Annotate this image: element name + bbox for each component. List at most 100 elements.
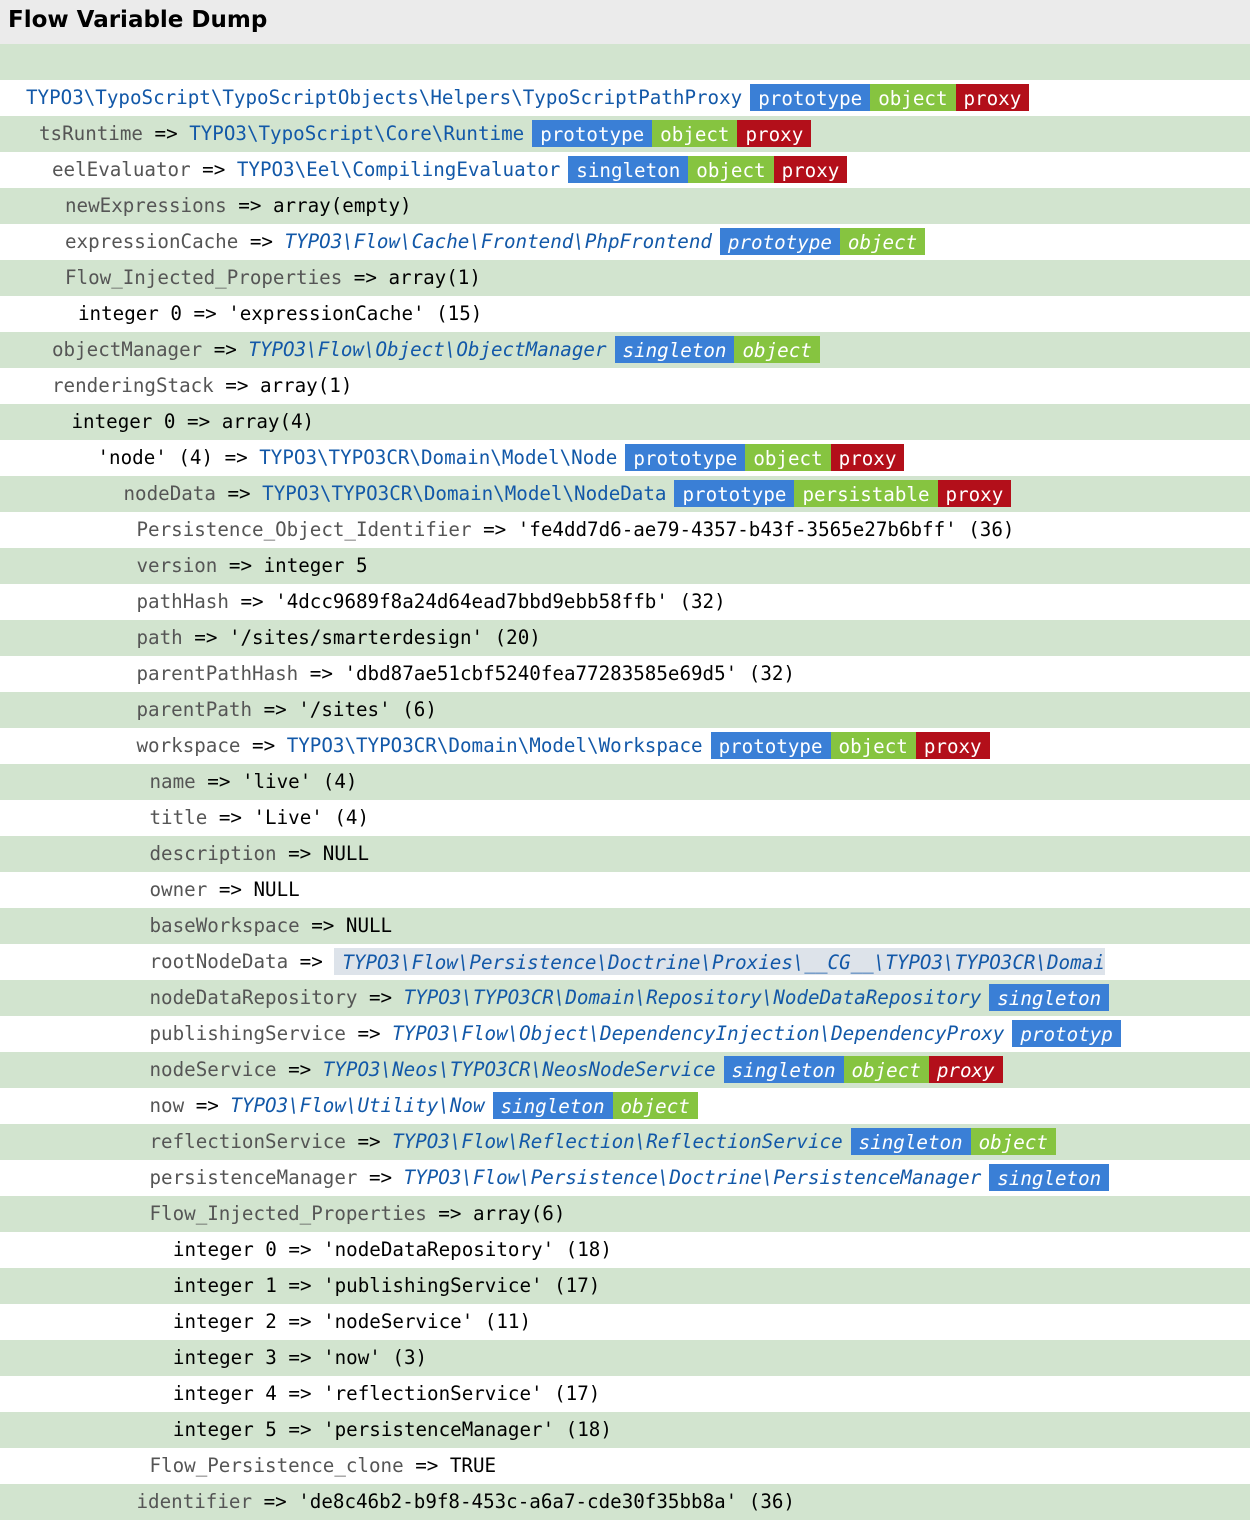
singleton-badge: singleton	[989, 1164, 1110, 1191]
object-badge: object	[688, 156, 774, 183]
scope-badges: singleton object	[614, 336, 820, 363]
class-name-link[interactable]: TYPO3\TypoScript\TypoScriptObjects\Helpe…	[26, 86, 742, 109]
class-name-link[interactable]: TYPO3\TypoScript\Core\Runtime	[189, 122, 524, 145]
dump-row: publishingService => TYPO3\Flow\Object\D…	[0, 1016, 1250, 1052]
property-value: NULL	[345, 914, 393, 937]
arrow-operator: =>	[345, 1130, 393, 1153]
dump-row: integer 3 => 'now' (3)	[0, 1340, 1250, 1376]
dump-row: renderingStack => array(1)	[0, 368, 1250, 404]
property-key: 'node' (4)	[97, 446, 214, 469]
prototype-badge: prototype	[719, 228, 840, 255]
arrow-operator: =>	[181, 302, 229, 325]
property-key: objectManager	[52, 338, 203, 361]
class-name-link[interactable]: TYPO3\Flow\Reflection\ReflectionService	[392, 1130, 843, 1153]
dump-row: parentPathHash => 'dbd87ae51cbf5240fea77…	[0, 656, 1250, 692]
variable-dump-tree: TYPO3\TypoScript\TypoScriptObjects\Helpe…	[0, 80, 1250, 1520]
dump-row: Flow_Persistence_clone => TRUE	[0, 1448, 1250, 1484]
arrow-operator: =>	[357, 986, 404, 1009]
property-key: now	[149, 1094, 185, 1117]
dump-row: workspace => TYPO3\TYPO3CR\Domain\Model\…	[0, 728, 1250, 764]
arrow-operator: =>	[226, 194, 273, 217]
arrow-operator: =>	[238, 230, 285, 253]
property-value: array(1)	[259, 374, 353, 397]
property-key: parentPath	[136, 698, 253, 721]
scope-badges: singleton object proxy	[568, 156, 848, 183]
dump-row: tsRuntime => TYPO3\TypoScript\Core\Runti…	[0, 116, 1250, 152]
property-value: array(empty)	[272, 194, 412, 217]
property-key: tsRuntime	[39, 122, 143, 145]
property-key: expressionCache	[65, 230, 239, 253]
proxy-badge: proxy	[737, 120, 812, 147]
arrow-operator: =>	[213, 374, 260, 397]
property-key: Persistence_Object_Identifier	[136, 518, 472, 541]
property-value: '/sites' (6)	[298, 698, 437, 721]
singleton-badge: singleton	[568, 156, 689, 183]
scope-badges: prototype object proxy	[750, 84, 1030, 111]
property-value: 'nodeDataRepository' (18)	[323, 1238, 612, 1261]
class-name-link[interactable]: TYPO3\Neos\TYPO3CR\NeosNodeService	[323, 1058, 716, 1081]
class-name-link[interactable]: TYPO3\Eel\CompilingEvaluator	[237, 158, 560, 181]
property-key: publishingService	[149, 1022, 346, 1045]
property-value: 'Live' (4)	[253, 806, 370, 829]
dump-row: expressionCache => TYPO3\Flow\Cache\Fron…	[0, 224, 1250, 260]
object-badge: object	[843, 1056, 929, 1083]
arrow-operator: =>	[471, 518, 518, 541]
arrow-operator: =>	[299, 914, 346, 937]
dump-row: 'node' (4) => TYPO3\TYPO3CR\Domain\Model…	[0, 440, 1250, 476]
class-name-link[interactable]: TYPO3\Flow\Object\DependencyInjection\De…	[392, 1022, 1004, 1045]
scope-badges: prototype object	[719, 228, 926, 255]
property-value: '/sites/smarterdesign' (20)	[228, 626, 541, 649]
prototype-badge: prototype	[532, 120, 653, 147]
scope-badges: singleton	[989, 984, 1110, 1011]
property-value: 'fe4dd7d6-ae79-4357-b43f-3565e27b6bff' (…	[517, 518, 1015, 541]
class-name-link[interactable]: TYPO3\Flow\Object\ObjectManager	[248, 338, 606, 361]
dump-row: integer 0 => 'nodeDataRepository' (18)	[0, 1232, 1250, 1268]
arrow-operator: =>	[215, 482, 263, 505]
property-value: 'now' (3)	[323, 1346, 428, 1369]
property-key: version	[136, 554, 218, 577]
class-name-link[interactable]: TYPO3\TYPO3CR\Domain\Repository\NodeData…	[404, 986, 982, 1009]
scope-badges: prototype object proxy	[710, 732, 990, 759]
class-name-link[interactable]: TYPO3\TYPO3CR\Domain\Model\NodeData	[262, 482, 666, 505]
arrow-operator: =>	[276, 1274, 324, 1297]
property-key: renderingStack	[52, 374, 214, 397]
class-name-link[interactable]: TYPO3\TYPO3CR\Domain\Model\Node	[259, 446, 617, 469]
property-key: Flow_Injected_Properties	[149, 1202, 427, 1225]
property-key: newExpressions	[65, 194, 227, 217]
arrow-operator: =>	[142, 122, 190, 145]
window-title: Flow Variable Dump	[0, 0, 1250, 44]
property-key: nodeData	[123, 482, 216, 505]
class-name-link[interactable]: TYPO3\TYPO3CR\Domain\Model\Workspace	[287, 734, 703, 757]
arrow-operator: =>	[276, 842, 323, 865]
class-name-link[interactable]: TYPO3\Flow\Utility\Now	[230, 1094, 484, 1117]
dump-row: rootNodeData => TYPO3\Flow\Persistence\D…	[0, 944, 1250, 980]
dump-row: integer 0 => array(4)	[0, 404, 1250, 440]
dump-row: now => TYPO3\Flow\Utility\Now singleton ob…	[0, 1088, 1250, 1124]
arrow-operator: =>	[276, 1346, 324, 1369]
arrow-operator: =>	[184, 1094, 231, 1117]
arrow-operator: =>	[298, 662, 345, 685]
dump-row: owner => NULL	[0, 872, 1250, 908]
dump-row: identifier => 'de8c46b2-b9f8-453c-a6a7-c…	[0, 1484, 1250, 1520]
prototype-badge: prototype	[710, 732, 831, 759]
prototype-badge: prototype	[674, 480, 795, 507]
property-key: integer 3	[172, 1346, 277, 1369]
class-name-box[interactable]: TYPO3\Flow\Persistence\Doctrine\Proxies\…	[334, 948, 1105, 975]
singleton-badge: singleton	[850, 1128, 971, 1155]
property-value: array(6)	[472, 1202, 566, 1225]
property-value: 'persistenceManager' (18)	[323, 1418, 612, 1441]
object-badge: object	[652, 120, 738, 147]
class-name-link[interactable]: TYPO3\Flow\Persistence\Doctrine\Proxies\…	[342, 951, 1104, 974]
arrow-operator: =>	[342, 266, 389, 289]
property-key: workspace	[136, 734, 241, 757]
class-name-link[interactable]: TYPO3\Flow\Persistence\Doctrine\Persiste…	[404, 1166, 982, 1189]
scope-badges: singleton object	[850, 1128, 1056, 1155]
object-badge: object	[970, 1128, 1056, 1155]
arrow-operator: =>	[207, 806, 254, 829]
dump-row: Flow_Injected_Properties => array(6)	[0, 1196, 1250, 1232]
arrow-operator: =>	[276, 1058, 323, 1081]
property-key: nodeService	[149, 1058, 277, 1081]
class-name-link[interactable]: TYPO3\Flow\Cache\Frontend\PhpFrontend	[285, 230, 712, 253]
scope-badges: prototyp	[1012, 1020, 1121, 1047]
proxy-badge: proxy	[830, 444, 905, 471]
